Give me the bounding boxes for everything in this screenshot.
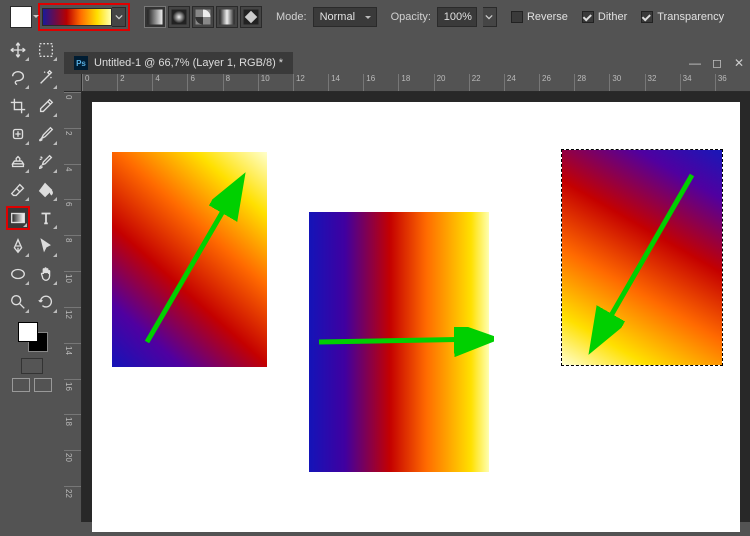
window-minimize-button[interactable]: —: [684, 54, 706, 72]
tool-hand[interactable]: [34, 262, 58, 286]
ruler-tick: 2: [117, 74, 152, 91]
ruler-horizontal[interactable]: 024681012141618202224262830323436: [82, 74, 750, 92]
opacity-label: Opacity:: [391, 11, 431, 23]
dither-label: Dither: [598, 11, 627, 23]
ruler-tick: 32: [645, 74, 680, 91]
ruler-tick: 36: [715, 74, 750, 91]
ruler-tick: 26: [539, 74, 574, 91]
foreground-background-color[interactable]: [18, 322, 48, 352]
ruler-tick: 16: [64, 379, 81, 415]
ruler-vertical[interactable]: 0246810121416182022: [64, 92, 82, 522]
tool-crop[interactable]: [6, 94, 30, 118]
gradient-picker-highlight: [38, 3, 130, 31]
ruler-tick: 8: [64, 235, 81, 271]
ruler-tick: 28: [574, 74, 609, 91]
tool-ellipse[interactable]: [6, 262, 30, 286]
gradient-type-group: [144, 6, 262, 28]
foreground-color[interactable]: [18, 322, 38, 342]
tool-paint-bucket[interactable]: [34, 178, 58, 202]
dither-checkbox[interactable]: Dither: [582, 11, 627, 23]
document-window: Ps Untitled-1 @ 66,7% (Layer 1, RGB/8) *…: [64, 52, 750, 522]
gradient-type-diamond[interactable]: [240, 6, 262, 28]
opacity-value: 100%: [444, 11, 472, 23]
mode-value: Normal: [320, 11, 355, 23]
screen-mode-maximized[interactable]: [34, 378, 52, 392]
ruler-tick: 4: [64, 164, 81, 200]
tool-direct-select[interactable]: [34, 234, 58, 258]
screen-mode-standard[interactable]: [12, 378, 30, 392]
tool-gradient[interactable]: [6, 206, 30, 230]
ruler-tick: 22: [469, 74, 504, 91]
ruler-tick: 18: [398, 74, 433, 91]
transparency-checkbox[interactable]: Transparency: [641, 11, 724, 23]
tool-preset-picker[interactable]: [10, 6, 32, 28]
ruler-tick: 10: [258, 74, 293, 91]
canvas[interactable]: [92, 102, 740, 532]
opacity-input[interactable]: 100%: [437, 7, 477, 27]
gradient-preview[interactable]: [42, 8, 112, 26]
tool-lasso[interactable]: [6, 66, 30, 90]
tool-magic-wand[interactable]: [34, 66, 58, 90]
document-tabbar: Ps Untitled-1 @ 66,7% (Layer 1, RGB/8) *…: [64, 52, 750, 74]
quick-mask-toggle[interactable]: [21, 358, 43, 374]
gradient-example-horizontal: [309, 212, 489, 472]
tool-move[interactable]: [6, 38, 30, 62]
mode-label: Mode:: [276, 11, 307, 23]
ruler-tick: 16: [363, 74, 398, 91]
ruler-tick: 20: [434, 74, 469, 91]
ruler-tick: 10: [64, 271, 81, 307]
gradient-example-diagonal: [112, 152, 267, 367]
ruler-tick: 34: [680, 74, 715, 91]
gradient-type-reflected[interactable]: [216, 6, 238, 28]
ruler-tick: 20: [64, 450, 81, 486]
reverse-label: Reverse: [527, 11, 568, 23]
tool-zoom[interactable]: [6, 290, 30, 314]
tool-type[interactable]: [34, 206, 58, 230]
ruler-tick: 30: [609, 74, 644, 91]
ruler-tick: 14: [328, 74, 363, 91]
toolbox: [0, 34, 64, 536]
window-maximize-button[interactable]: ◻: [706, 54, 728, 72]
tool-history-brush[interactable]: [34, 150, 58, 174]
reverse-checkbox[interactable]: Reverse: [511, 11, 568, 23]
ruler-tick: 12: [293, 74, 328, 91]
ruler-tick: 4: [152, 74, 187, 91]
transparency-label: Transparency: [657, 11, 724, 23]
ruler-tick: 22: [64, 486, 81, 522]
tool-rect-marquee[interactable]: [34, 38, 58, 62]
tool-eraser[interactable]: [6, 178, 30, 202]
options-bar: Mode: Normal Opacity: 100% Reverse Dithe…: [0, 0, 750, 34]
mode-select[interactable]: Normal: [313, 7, 377, 27]
ruler-tick: 0: [82, 74, 117, 91]
gradient-example-diagonal-selected: [562, 150, 722, 365]
tool-pen[interactable]: [6, 234, 30, 258]
ruler-tick: 18: [64, 414, 81, 450]
ps-badge-icon: Ps: [74, 56, 88, 70]
gradient-type-linear[interactable]: [144, 6, 166, 28]
ruler-tick: 14: [64, 343, 81, 379]
gradient-type-radial[interactable]: [168, 6, 190, 28]
document-title: Untitled-1 @ 66,7% (Layer 1, RGB/8) *: [94, 57, 283, 69]
gradient-picker-dropdown[interactable]: [112, 7, 126, 27]
tool-healing-brush[interactable]: [6, 122, 30, 146]
ruler-tick: 6: [64, 199, 81, 235]
tool-eyedropper[interactable]: [34, 94, 58, 118]
tool-clone-stamp[interactable]: [6, 150, 30, 174]
ruler-tick: 0: [64, 92, 81, 128]
ruler-tick: 6: [187, 74, 222, 91]
ruler-origin[interactable]: [64, 74, 82, 92]
document-tab[interactable]: Ps Untitled-1 @ 66,7% (Layer 1, RGB/8) *: [64, 52, 293, 74]
tool-brush[interactable]: [34, 122, 58, 146]
opacity-slider-dropdown[interactable]: [483, 7, 497, 27]
window-close-button[interactable]: ✕: [728, 54, 750, 72]
ruler-tick: 8: [223, 74, 258, 91]
ruler-tick: 2: [64, 128, 81, 164]
tool-rotate-view[interactable]: [34, 290, 58, 314]
ruler-tick: 24: [504, 74, 539, 91]
ruler-tick: 12: [64, 307, 81, 343]
gradient-type-angle[interactable]: [192, 6, 214, 28]
